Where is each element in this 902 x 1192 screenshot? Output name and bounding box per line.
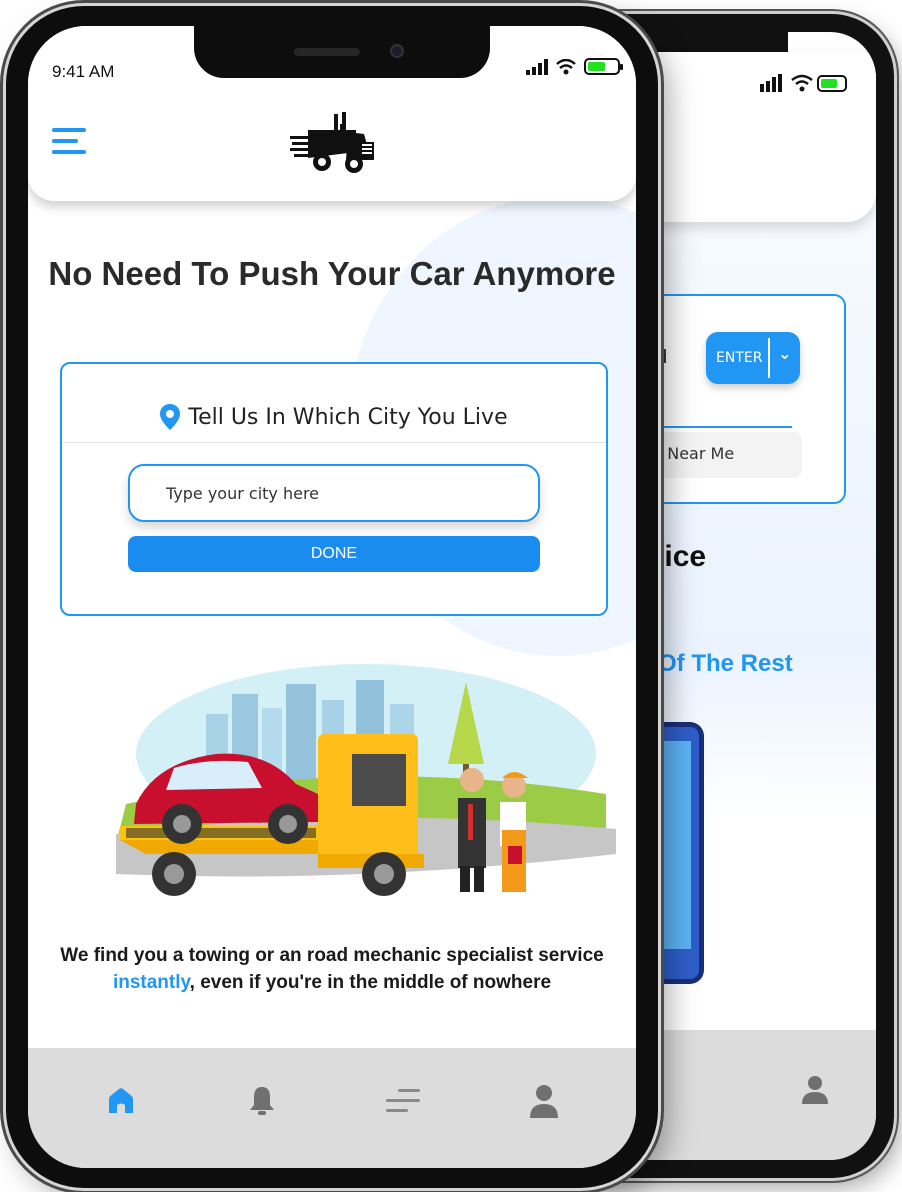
tow-truck-illustration <box>116 664 616 896</box>
done-button[interactable]: DONE <box>128 536 540 572</box>
nav-notifications[interactable] <box>232 1071 292 1131</box>
back-enter-separator <box>768 338 770 378</box>
app-screen: 9:41 AM No Need To Push Your Car Anymore… <box>28 26 636 1168</box>
battery-icon <box>584 58 623 75</box>
status-time: 9:41 AM <box>52 62 115 81</box>
phone-notch <box>194 26 490 78</box>
bottom-nav <box>28 1048 636 1168</box>
status-icons <box>526 58 623 75</box>
city-search-card: Tell Us In Which City You Live DONE <box>60 362 608 616</box>
signal-icon <box>526 58 548 75</box>
back-section-subheading: e Of The Rest <box>638 650 793 677</box>
page-title: No Need To Push Your Car Anymore <box>48 255 616 292</box>
user-icon[interactable] <box>528 1084 560 1118</box>
nav-menu[interactable] <box>373 1071 433 1131</box>
wifi-icon <box>556 58 576 74</box>
tagline: We find you a towing or an road mechanic… <box>28 942 636 996</box>
home-icon[interactable] <box>105 1085 137 1117</box>
tagline-text-end: , even if you're in the middle of nowher… <box>189 972 552 993</box>
user-icon[interactable] <box>800 1074 830 1104</box>
city-card-title-text: Tell Us In Which City You Live <box>188 404 508 430</box>
tagline-highlight: instantly <box>112 972 190 993</box>
city-card-title: Tell Us In Which City You Live <box>62 404 606 430</box>
tagline-text: We find you a towing or an road mechanic… <box>60 945 604 966</box>
front-phone-mockup: 9:41 AM No Need To Push Your Car Anymore… <box>6 6 658 1188</box>
location-pin-icon <box>160 404 181 430</box>
chevron-down-icon[interactable]: ⌄ <box>778 344 791 363</box>
city-input[interactable] <box>128 464 540 522</box>
card-divider <box>62 442 606 443</box>
hamburger-menu-icon[interactable] <box>52 128 86 158</box>
back-status-icons <box>760 72 850 99</box>
back-enter-button[interactable]: ENTER ⌄ <box>706 332 800 384</box>
bell-icon[interactable] <box>247 1085 277 1117</box>
back-enter-label: ENTER <box>716 350 763 366</box>
menu-lines-icon[interactable] <box>384 1087 422 1115</box>
nav-profile[interactable] <box>514 1071 574 1131</box>
tow-truck-logo <box>290 112 374 173</box>
nav-home[interactable] <box>91 1071 151 1131</box>
